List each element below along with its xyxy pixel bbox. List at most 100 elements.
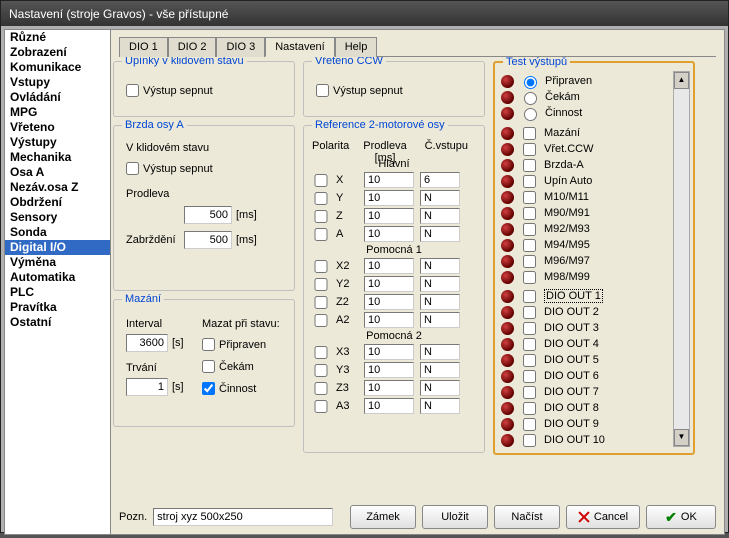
sidebar-item-ovl-d-n-[interactable]: Ovládání bbox=[5, 90, 110, 105]
sidebar-item-zobrazen-[interactable]: Zobrazení bbox=[5, 45, 110, 60]
input-axis-z-cvstup[interactable] bbox=[420, 208, 460, 224]
input-axis-y2-delay[interactable] bbox=[364, 276, 414, 292]
cb-out-brzda-a[interactable] bbox=[523, 159, 536, 172]
cb-vreteno-vystup-sepnut[interactable]: Výstup sepnut bbox=[316, 84, 403, 97]
tab-dio-3[interactable]: DIO 3 bbox=[216, 37, 265, 57]
scroll-up-icon[interactable]: ▲ bbox=[674, 72, 689, 89]
cb-out-dio-out-7[interactable] bbox=[523, 386, 536, 399]
input-axis-x-cvstup[interactable] bbox=[420, 172, 460, 188]
cb-out-m10-m11[interactable] bbox=[523, 191, 536, 204]
radio-out-p-ipraven[interactable] bbox=[524, 76, 537, 89]
cb-out-dio-out-4[interactable] bbox=[523, 338, 536, 351]
sidebar-item-osa-a[interactable]: Osa A bbox=[5, 165, 110, 180]
cb-axis-x2[interactable] bbox=[312, 260, 330, 273]
cb-mazat-cekam[interactable]: Čekám bbox=[202, 360, 254, 373]
cb-upinky-vystup-sepnut[interactable]: Výstup sepnut bbox=[126, 84, 213, 97]
cb-out-dio-out-10[interactable] bbox=[523, 434, 536, 447]
scrollbar[interactable]: ▲ ▼ bbox=[673, 71, 690, 447]
cb-mazat-cinnost[interactable]: Činnost bbox=[202, 382, 256, 395]
input-axis-a2-cvstup[interactable] bbox=[420, 312, 460, 328]
sidebar-item-v-eteno[interactable]: Vřeteno bbox=[5, 120, 110, 135]
sidebar-item-v-m-na[interactable]: Výměna bbox=[5, 255, 110, 270]
input-axis-z2-cvstup[interactable] bbox=[420, 294, 460, 310]
btn-zamek[interactable]: Zámek bbox=[350, 505, 416, 529]
sidebar-item-plc[interactable]: PLC bbox=[5, 285, 110, 300]
input-axis-z3-delay[interactable] bbox=[364, 380, 414, 396]
cb-axis-y3[interactable] bbox=[312, 364, 330, 377]
sidebar-item-ostatn-[interactable]: Ostatní bbox=[5, 315, 110, 330]
input-axis-x-delay[interactable] bbox=[364, 172, 414, 188]
input-mazani-trvani[interactable] bbox=[126, 378, 168, 396]
input-mazani-interval[interactable] bbox=[126, 334, 168, 352]
input-axis-y2-cvstup[interactable] bbox=[420, 276, 460, 292]
input-axis-y3-delay[interactable] bbox=[364, 362, 414, 378]
cb-axis-x[interactable] bbox=[312, 174, 330, 187]
btn-nacist[interactable]: Načíst bbox=[494, 505, 560, 529]
sidebar-item-mpg[interactable]: MPG bbox=[5, 105, 110, 120]
sidebar-item-mechanika[interactable]: Mechanika bbox=[5, 150, 110, 165]
input-axis-a2-delay[interactable] bbox=[364, 312, 414, 328]
input-axis-y3-cvstup[interactable] bbox=[420, 362, 460, 378]
cb-axis-x3[interactable] bbox=[312, 346, 330, 359]
input-axis-a-cvstup[interactable] bbox=[420, 226, 460, 242]
sidebar-item-nez-v-osa-z[interactable]: Nezáv.osa Z bbox=[5, 180, 110, 195]
cb-out-m92-m93[interactable] bbox=[523, 223, 536, 236]
cb-axis-a[interactable] bbox=[312, 228, 330, 241]
cb-out-m94-m95[interactable] bbox=[523, 239, 536, 252]
cb-out-dio-out-5[interactable] bbox=[523, 354, 536, 367]
input-axis-x3-cvstup[interactable] bbox=[420, 344, 460, 360]
scroll-down-icon[interactable]: ▼ bbox=[674, 429, 689, 446]
sidebar-item-r-zn-[interactable]: Různé bbox=[5, 30, 110, 45]
input-axis-y-cvstup[interactable] bbox=[420, 190, 460, 206]
sidebar-item-sensory[interactable]: Sensory bbox=[5, 210, 110, 225]
btn-ulozit[interactable]: Uložit bbox=[422, 505, 488, 529]
cb-brzda-vystup-sepnut[interactable]: Výstup sepnut bbox=[126, 162, 213, 175]
sidebar-item-sonda[interactable]: Sonda bbox=[5, 225, 110, 240]
cb-out-v-et-ccw[interactable] bbox=[523, 143, 536, 156]
input-axis-z3-cvstup[interactable] bbox=[420, 380, 460, 396]
tab-nastavení[interactable]: Nastavení bbox=[265, 37, 335, 57]
cb-axis-z3[interactable] bbox=[312, 382, 330, 395]
input-axis-a3-cvstup[interactable] bbox=[420, 398, 460, 414]
cb-out-m90-m91[interactable] bbox=[523, 207, 536, 220]
input-axis-a-delay[interactable] bbox=[364, 226, 414, 242]
cb-axis-y[interactable] bbox=[312, 192, 330, 205]
cb-out-dio-out-3[interactable] bbox=[523, 322, 536, 335]
input-brzda-prodleva[interactable] bbox=[184, 206, 232, 224]
input-axis-x3-delay[interactable] bbox=[364, 344, 414, 360]
sidebar-item-automatika[interactable]: Automatika bbox=[5, 270, 110, 285]
radio-out--ek-m[interactable] bbox=[524, 92, 537, 105]
btn-cancel[interactable]: Cancel bbox=[566, 505, 640, 529]
cb-out-dio-out-9[interactable] bbox=[523, 418, 536, 431]
cb-out-m98-m99[interactable] bbox=[523, 271, 536, 284]
input-axis-z-delay[interactable] bbox=[364, 208, 414, 224]
input-axis-x2-cvstup[interactable] bbox=[420, 258, 460, 274]
tab-dio-1[interactable]: DIO 1 bbox=[119, 37, 168, 57]
sidebar-item-obdr-en-[interactable]: Obdržení bbox=[5, 195, 110, 210]
input-axis-y-delay[interactable] bbox=[364, 190, 414, 206]
tab-dio-2[interactable]: DIO 2 bbox=[168, 37, 217, 57]
cb-out-up-n-auto[interactable] bbox=[523, 175, 536, 188]
radio-out--innost[interactable] bbox=[524, 108, 537, 121]
input-axis-z2-delay[interactable] bbox=[364, 294, 414, 310]
cb-mazat-pripraven[interactable]: Připraven bbox=[202, 338, 266, 351]
cb-axis-y2[interactable] bbox=[312, 278, 330, 291]
cb-out-dio-out-2[interactable] bbox=[523, 306, 536, 319]
cb-out-m96-m97[interactable] bbox=[523, 255, 536, 268]
input-brzda-zabrzdeni[interactable] bbox=[184, 231, 232, 249]
input-axis-a3-delay[interactable] bbox=[364, 398, 414, 414]
sidebar-item-komunikace[interactable]: Komunikace bbox=[5, 60, 110, 75]
cb-axis-a2[interactable] bbox=[312, 314, 330, 327]
sidebar-item-prav-tka[interactable]: Pravítka bbox=[5, 300, 110, 315]
cb-out-dio-out-1[interactable] bbox=[523, 290, 536, 303]
cb-out-dio-out-6[interactable] bbox=[523, 370, 536, 383]
btn-ok[interactable]: ✔OK bbox=[646, 505, 716, 529]
sidebar-item-digital-i-o[interactable]: Digital I/O bbox=[5, 240, 110, 255]
sidebar-item-vstupy[interactable]: Vstupy bbox=[5, 75, 110, 90]
cb-out-dio-out-8[interactable] bbox=[523, 402, 536, 415]
cb-axis-z2[interactable] bbox=[312, 296, 330, 309]
cb-axis-z[interactable] bbox=[312, 210, 330, 223]
cb-out-maz-n-[interactable] bbox=[523, 127, 536, 140]
sidebar-item-v-stupy[interactable]: Výstupy bbox=[5, 135, 110, 150]
input-axis-x2-delay[interactable] bbox=[364, 258, 414, 274]
